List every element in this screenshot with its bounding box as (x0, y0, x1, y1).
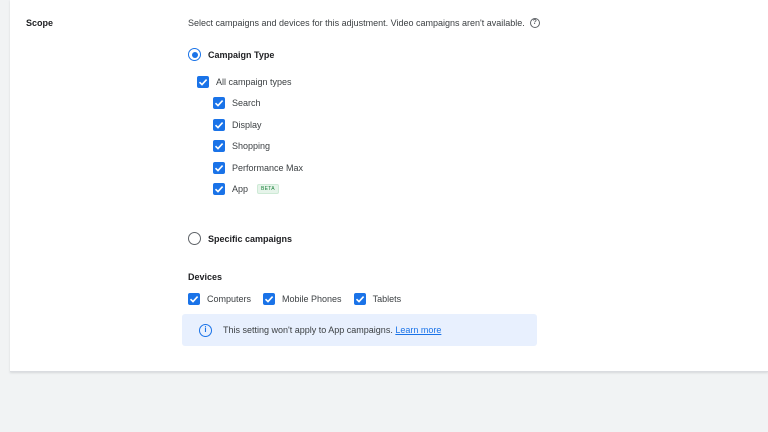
tablets-label: Tablets (372, 294, 402, 304)
info-icon: i (199, 323, 212, 337)
learn-more-link[interactable]: Learn more (395, 325, 441, 335)
campaign-type-item-shopping[interactable]: Shopping (213, 140, 270, 152)
info-banner: i This setting won't apply to App campai… (182, 314, 537, 346)
all-campaign-types-checkbox-option[interactable]: All campaign types (197, 76, 292, 88)
info-text: This setting won't apply to App campaign… (223, 325, 393, 335)
device-item-mobile-phones[interactable]: Mobile Phones (263, 293, 342, 305)
specific-campaigns-radio-option[interactable]: Specific campaigns (188, 232, 292, 245)
all-campaign-types-checkbox[interactable] (197, 76, 209, 88)
info-text-wrap: This setting won't apply to App campaign… (223, 325, 441, 335)
specific-campaigns-label: Specific campaigns (208, 233, 293, 244)
scope-description-text: Select campaigns and devices for this ad… (188, 18, 525, 28)
app-label: App (232, 184, 249, 194)
display-checkbox[interactable] (213, 119, 225, 131)
performance-max-label: Performance Max (232, 163, 304, 173)
devices-group: Computers Mobile Phones Tablets (188, 293, 401, 305)
scope-description: Select campaigns and devices for this ad… (188, 18, 540, 28)
device-item-tablets[interactable]: Tablets (353, 293, 402, 305)
beta-badge: BETA (257, 184, 279, 194)
all-campaign-types-label: All campaign types (216, 77, 292, 87)
device-item-computers[interactable]: Computers (188, 293, 251, 305)
question-circle-icon[interactable]: ? (529, 18, 540, 28)
specific-campaigns-radio[interactable] (188, 232, 201, 245)
campaign-type-item-app[interactable]: App BETA (213, 183, 279, 195)
app-checkbox[interactable] (213, 183, 225, 195)
mobile-phones-checkbox[interactable] (263, 293, 276, 305)
display-label: Display (232, 120, 262, 130)
campaign-type-radio-option[interactable]: Campaign Type (188, 48, 274, 61)
computers-checkbox[interactable] (188, 293, 200, 305)
campaign-type-radio[interactable] (188, 48, 201, 61)
campaign-type-item-display[interactable]: Display (213, 119, 262, 131)
campaign-type-item-performance-max[interactable]: Performance Max (213, 162, 303, 174)
performance-max-checkbox[interactable] (213, 162, 225, 174)
shopping-checkbox[interactable] (213, 140, 225, 152)
scope-card: Scope Select campaigns and devices for t… (10, 0, 768, 372)
shopping-label: Shopping (232, 141, 271, 151)
devices-title: Devices (188, 272, 223, 282)
campaign-type-item-search[interactable]: Search (213, 97, 261, 109)
tablets-checkbox[interactable] (353, 293, 366, 305)
search-label: Search (232, 98, 261, 108)
scope-label: Scope (26, 18, 54, 28)
computers-label: Computers (207, 294, 252, 304)
mobile-phones-label: Mobile Phones (282, 294, 342, 304)
campaign-type-label: Campaign Type (208, 49, 275, 60)
search-checkbox[interactable] (213, 97, 225, 109)
